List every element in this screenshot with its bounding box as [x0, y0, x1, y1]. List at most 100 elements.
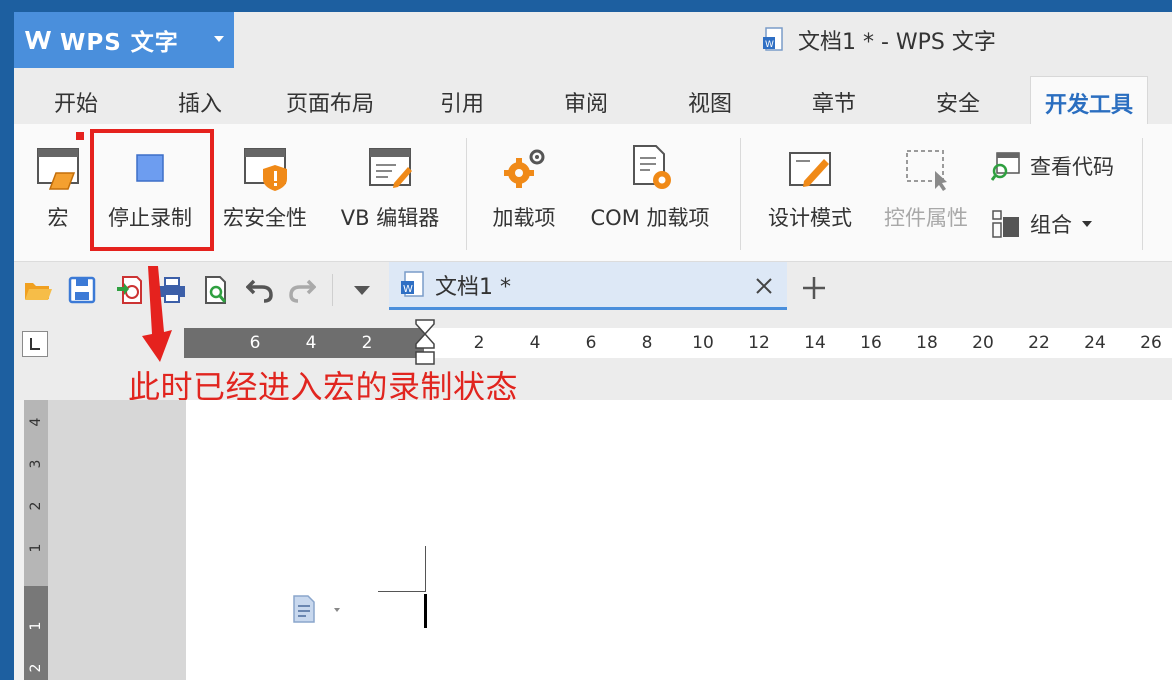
- view-code-label: 查看代码: [1030, 155, 1114, 179]
- document-page[interactable]: [186, 400, 1172, 680]
- print-preview-icon[interactable]: [200, 274, 232, 306]
- ruler-tick: 14: [804, 333, 826, 353]
- vb-editor-label: VB 编辑器: [340, 206, 440, 230]
- red-arrow-icon: [142, 266, 172, 362]
- group-button[interactable]: 组合: [990, 208, 1092, 240]
- design-mode-button[interactable]: 设计模式: [758, 124, 862, 232]
- margin-corner-mark: [378, 546, 426, 592]
- document-tab-name: 文档1 *: [435, 274, 511, 300]
- shield-warning-icon: [239, 142, 291, 194]
- ruler-tick: 16: [860, 333, 882, 353]
- design-mode-icon: [784, 142, 836, 194]
- vb-editor-icon: [364, 142, 416, 194]
- control-properties-label: 控件属性: [884, 206, 968, 230]
- tab-developer[interactable]: 开发工具: [1030, 76, 1149, 124]
- ribbon-tabs: 开始 插入 页面布局 引用 审阅 视图 章节 安全 开发工具: [14, 68, 1172, 124]
- wps-logo-icon: [24, 26, 52, 54]
- ruler-tick: 6: [249, 333, 261, 353]
- ruler-tick: 4: [529, 333, 541, 353]
- vertical-ruler-tick: 1: [28, 621, 44, 631]
- vertical-ruler-tick: 2: [28, 501, 44, 511]
- vertical-ruler-tick: 4: [28, 417, 44, 427]
- undo-icon[interactable]: [244, 274, 276, 306]
- document-icon: W: [401, 270, 424, 297]
- open-folder-icon[interactable]: [22, 274, 54, 306]
- tab-sections[interactable]: 章节: [812, 86, 856, 118]
- page-margin-area: [48, 400, 186, 680]
- document-icon: W: [763, 27, 783, 51]
- chevron-down-icon[interactable]: [346, 274, 378, 306]
- chevron-down-icon[interactable]: [1082, 221, 1092, 227]
- wps-window: WPS 文字 W 文档1 * - WPS 文字 开始 插入 页面布局 引用 审阅…: [14, 12, 1172, 680]
- vertical-ruler-tick: 3: [28, 459, 44, 469]
- macro-button[interactable]: 宏: [30, 124, 86, 232]
- view-code-button[interactable]: 查看代码: [990, 150, 1114, 182]
- horizontal-ruler[interactable]: 6 4 2 2 4 6 8 10 12 14 16 18 20 22 24 26: [184, 328, 1172, 358]
- macro-security-label: 宏安全性: [223, 206, 307, 230]
- ruler-tick: 10: [692, 333, 714, 353]
- ruler-area: 6 4 2 2 4 6 8 10 12 14 16 18 20 22 24 26…: [14, 318, 1172, 406]
- ruler-tick: 2: [473, 333, 485, 353]
- ruler-tick: 4: [305, 333, 317, 353]
- svg-text:W: W: [403, 284, 413, 295]
- ruler-tick: 18: [916, 333, 938, 353]
- tab-insert[interactable]: 插入: [178, 86, 222, 118]
- document-tab[interactable]: W 文档1 *: [389, 262, 787, 310]
- close-icon[interactable]: [753, 275, 775, 297]
- vertical-ruler-tick: 2: [28, 663, 44, 673]
- paste-options-icon[interactable]: [290, 594, 350, 624]
- addins-button[interactable]: 加载项: [486, 124, 562, 232]
- macro-icon: [32, 142, 84, 194]
- ruler-tick: 2: [361, 333, 373, 353]
- group-label: 组合: [1030, 213, 1072, 237]
- title-bar: WPS 文字 W 文档1 * - WPS 文字: [14, 12, 1172, 68]
- group-icon: [990, 208, 1022, 240]
- control-properties-button[interactable]: 控件属性: [876, 124, 976, 232]
- quick-access-bar: W 文档1 *: [14, 262, 1172, 318]
- tab-security[interactable]: 安全: [936, 86, 980, 118]
- document-gear-icon: [624, 142, 676, 194]
- plus-icon[interactable]: [800, 274, 828, 302]
- ribbon-separator: [466, 138, 467, 250]
- app-menu-button[interactable]: WPS 文字: [14, 12, 234, 68]
- svg-text:W: W: [765, 40, 774, 50]
- tab-references[interactable]: 引用: [440, 86, 484, 118]
- tab-page-layout[interactable]: 页面布局: [286, 86, 374, 118]
- highlight-box: [90, 129, 214, 251]
- toolbar-separator: [332, 274, 333, 306]
- vb-editor-button[interactable]: VB 编辑器: [332, 124, 448, 232]
- redo-icon[interactable]: [286, 274, 318, 306]
- window-title: W 文档1 * - WPS 文字: [762, 24, 996, 56]
- com-addins-label: COM 加载项: [590, 206, 710, 230]
- ruler-tick: 20: [972, 333, 994, 353]
- ruler-tick: 12: [748, 333, 770, 353]
- com-addins-button[interactable]: COM 加载项: [580, 124, 720, 232]
- ruler-tick: 26: [1140, 333, 1162, 353]
- ruler-tick: 8: [641, 333, 653, 353]
- ruler-tick: 22: [1028, 333, 1050, 353]
- text-cursor: [424, 594, 427, 628]
- tab-start[interactable]: 开始: [54, 86, 98, 118]
- vertical-ruler-tick: 1: [28, 543, 44, 553]
- tab-stop-selector[interactable]: [22, 331, 48, 357]
- save-icon[interactable]: [66, 274, 98, 306]
- vertical-ruler[interactable]: 4 3 2 1 1 2: [24, 400, 48, 680]
- app-title: WPS 文字: [60, 30, 179, 56]
- ruler-tick: 6: [585, 333, 597, 353]
- addins-label: 加载项: [492, 206, 556, 230]
- indent-marker-icon[interactable]: [414, 318, 436, 366]
- design-mode-label: 设计模式: [768, 206, 852, 230]
- view-code-icon: [990, 150, 1022, 182]
- ribbon-separator: [740, 138, 741, 250]
- gears-icon: [498, 142, 550, 194]
- macro-security-button[interactable]: 宏安全性: [218, 124, 312, 232]
- window-title-text: 文档1 * - WPS 文字: [798, 30, 996, 55]
- ribbon-separator: [1142, 138, 1143, 250]
- tab-review[interactable]: 审阅: [564, 86, 608, 118]
- control-properties-icon: [900, 142, 952, 194]
- recording-indicator: [76, 132, 84, 140]
- macro-label: 宏: [47, 206, 69, 230]
- ruler-tick: 24: [1084, 333, 1106, 353]
- chevron-down-icon[interactable]: [214, 36, 224, 42]
- tab-view[interactable]: 视图: [688, 86, 732, 118]
